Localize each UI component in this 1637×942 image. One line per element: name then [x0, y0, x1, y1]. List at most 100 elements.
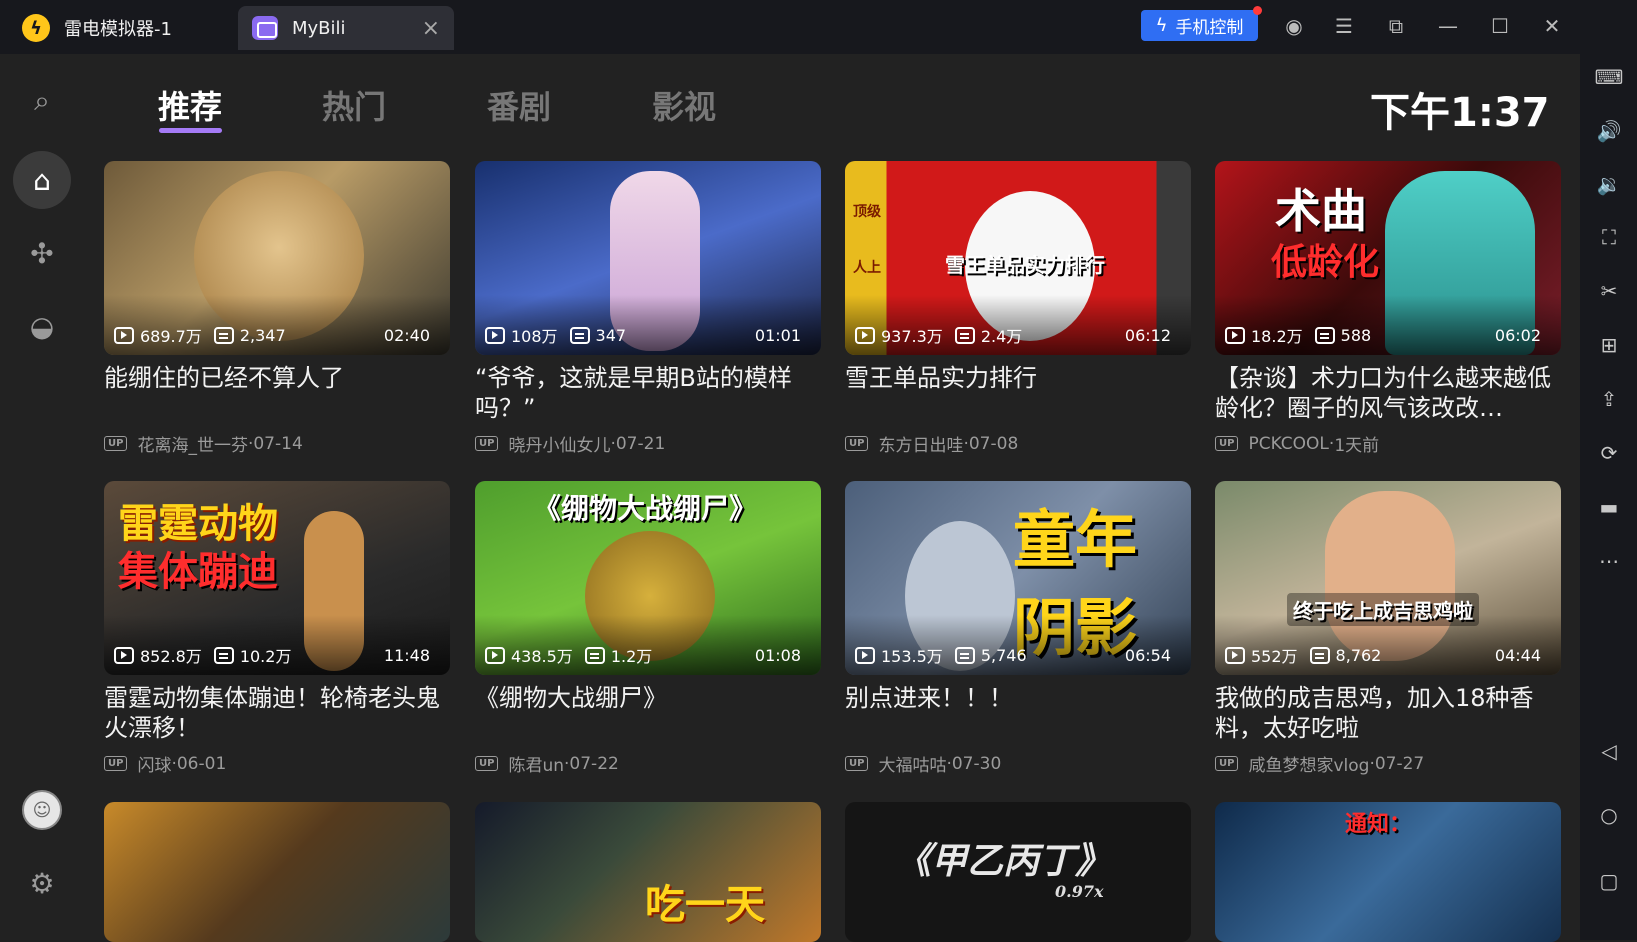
volume-up-icon[interactable]: 🔊 [1594, 116, 1624, 146]
duration: 01:08 [754, 645, 801, 665]
video-card[interactable]: 《甲乙丙丁》 0.97x [845, 802, 1191, 942]
video-thumbnail[interactable]: 雷霆动物 集体蹦迪 852.8万 10.2万 11:48 [104, 481, 450, 675]
tab-emulator[interactable]: ϟ 雷电模拟器-1 [0, 6, 235, 50]
multi-instance-icon[interactable]: ⊞ [1594, 330, 1624, 360]
play-count-icon [855, 646, 875, 664]
video-card[interactable]: 通知： [1215, 802, 1561, 942]
video-thumbnail[interactable]: 顶级 人上 雪王单品实力排行 937.3万 2.4万 06:12 [845, 161, 1191, 355]
video-card[interactable]: 童年 阴影 153.5万 5,746 06:54 别点进来！！！ UP 大福咕咕… [845, 481, 1191, 776]
video-card[interactable] [104, 802, 450, 942]
video-thumbnail[interactable]: 终于吃上成吉思鸡啦 552万 8,762 04:44 [1215, 481, 1561, 675]
video-thumbnail[interactable]: 689.7万 2,347 02:40 [104, 161, 450, 355]
video-title[interactable]: 雷霆动物集体蹦迪！轮椅老头鬼火漂移！ [104, 683, 450, 743]
up-badge-icon: UP [1215, 436, 1239, 451]
video-title[interactable]: 雪王单品实力排行 [845, 363, 1191, 423]
video-stats: 438.5万 1.2万 01:08 [485, 643, 801, 667]
volume-down-icon[interactable]: 🔉 [1594, 169, 1624, 199]
video-thumbnail[interactable]: 《甲乙丙丁》 0.97x [845, 802, 1191, 942]
video-uploader[interactable]: UP 东方日出哇 · 07-08 [845, 431, 1191, 456]
danmaku-count: 2,347 [239, 325, 286, 345]
duration: 01:01 [754, 325, 801, 345]
recent-apps-icon[interactable]: ▢ [1594, 866, 1624, 896]
video-uploader[interactable]: UP 咸鱼梦想家vlog · 07-27 [1215, 751, 1561, 776]
tab-mybili-label: MyBili [292, 17, 346, 39]
upload-date: 06-01 [176, 753, 227, 774]
video-card[interactable]: 雷霆动物 集体蹦迪 852.8万 10.2万 11:48 雷霆动物集体蹦迪！轮椅… [104, 481, 450, 776]
thumb-caption: 顶级 [853, 204, 881, 220]
account-icon[interactable]: ◉ [1280, 12, 1308, 40]
close-window-icon[interactable]: ✕ [1538, 12, 1566, 40]
video-thumbnail[interactable]: 通知： [1215, 802, 1561, 942]
tab-movies[interactable]: 影视 [652, 82, 716, 128]
danmaku-icon [954, 646, 975, 664]
video-stats: 552万 8,762 04:44 [1225, 643, 1541, 667]
danmaku-icon [569, 326, 590, 344]
video-title[interactable]: 能绷住的已经不算人了 [104, 363, 450, 423]
video-uploader[interactable]: UP 晓丹小仙女儿 · 07-21 [475, 431, 821, 456]
home-icon[interactable]: ⌂ [13, 151, 71, 209]
maximize-icon[interactable]: ☐ [1486, 12, 1514, 40]
uploader-name: 花离海_世一芬 [137, 436, 248, 456]
video-thumbnail[interactable]: 《绷物大战绷尸》 438.5万 1.2万 01:08 [475, 481, 821, 675]
view-count: 689.7万 [140, 327, 202, 346]
video-title[interactable]: “爷爷，这就是早期B站的模样吗？” [475, 363, 821, 423]
tab-mybili[interactable]: MyBili × [238, 6, 454, 50]
avatar[interactable]: ☺ [22, 790, 62, 830]
video-uploader[interactable]: UP 花离海_世一芬 · 07-14 [104, 431, 450, 456]
video-title[interactable]: 我做的成吉思鸡，加入18种香料，太好吃啦 [1215, 683, 1561, 743]
menu-icon[interactable]: ☰ [1330, 12, 1358, 40]
danmaku-count: 8,762 [1335, 645, 1382, 665]
lightning-icon: ϟ [1155, 15, 1168, 36]
video-thumbnail[interactable] [104, 802, 450, 942]
ldplayer-logo-icon: ϟ [22, 14, 50, 42]
pinwheel-icon[interactable]: ✣ [13, 224, 71, 282]
back-icon[interactable]: ◁ [1594, 736, 1624, 766]
fullscreen-icon[interactable]: ⛶ [1594, 222, 1624, 252]
search-icon[interactable]: ⌕ [13, 72, 71, 130]
close-tab-icon[interactable]: × [422, 16, 440, 41]
more-icon[interactable]: ⋯ [1594, 546, 1624, 576]
gear-icon[interactable]: ⚙ [13, 854, 71, 912]
phone-control-button[interactable]: ϟ 手机控制 [1141, 6, 1262, 41]
tab-recommend[interactable]: 推荐 [158, 82, 222, 128]
restore-layout-icon[interactable]: ⧉ [1382, 12, 1410, 40]
duration: 06:02 [1494, 325, 1541, 345]
minimize-icon[interactable]: — [1434, 12, 1462, 40]
video-uploader[interactable]: UP 大福咕咕 · 07-30 [845, 751, 1191, 776]
duration: 11:48 [383, 645, 430, 665]
view-count: 153.5万 [881, 647, 943, 666]
screenshot-icon[interactable]: ✂ [1594, 276, 1624, 306]
danmaku-icon [1309, 646, 1330, 664]
video-thumbnail[interactable]: 吃一天 [475, 802, 821, 942]
video-title[interactable]: 《绷物大战绷尸》 [475, 683, 821, 743]
uploader-name: 东方日出哇 [878, 436, 964, 456]
video-title[interactable]: 别点进来！！！ [845, 683, 1191, 743]
uploader-name: 晓丹小仙女儿 [508, 436, 611, 456]
tab-bangumi[interactable]: 番剧 [487, 82, 551, 128]
video-card[interactable]: 吃一天 [475, 802, 821, 942]
bangumi-icon[interactable]: ◒ [13, 297, 71, 355]
operation-record-icon[interactable]: ⟳ [1594, 438, 1624, 468]
video-thumbnail[interactable]: 术曲 低龄化 18.2万 588 06:02 [1215, 161, 1561, 355]
video-card[interactable]: 689.7万 2,347 02:40 能绷住的已经不算人了 UP 花离海_世一芬… [104, 161, 450, 456]
thumb-caption: 术曲 [1275, 184, 1367, 238]
video-card[interactable]: 《绷物大战绷尸》 438.5万 1.2万 01:08 《绷物大战绷尸》 UP 陈… [475, 481, 821, 776]
danmaku-count: 347 [595, 325, 627, 345]
keyboard-icon[interactable]: ⌨ [1594, 62, 1624, 92]
video-card[interactable]: 术曲 低龄化 18.2万 588 06:02 【杂谈】术力口为什么越来越低龄化？… [1215, 161, 1561, 456]
video-card[interactable]: 顶级 人上 雪王单品实力排行 937.3万 2.4万 06:12 雪王单品实力排… [845, 161, 1191, 456]
tab-hot[interactable]: 热门 [322, 82, 386, 128]
apk-install-icon[interactable]: ⇪ [1594, 384, 1624, 414]
video-uploader[interactable]: UP PCKCOOL · 1天前 [1215, 431, 1561, 456]
video-card[interactable]: 108万 347 01:01 “爷爷，这就是早期B站的模样吗？” UP 晓丹小仙… [475, 161, 821, 456]
upload-date: 07-30 [951, 753, 1002, 774]
video-thumbnail[interactable]: 108万 347 01:01 [475, 161, 821, 355]
video-uploader[interactable]: UP 闪球 · 06-01 [104, 751, 450, 776]
video-thumbnail[interactable]: 童年 阴影 153.5万 5,746 06:54 [845, 481, 1191, 675]
video-card[interactable]: 终于吃上成吉思鸡啦 552万 8,762 04:44 我做的成吉思鸡，加入18种… [1215, 481, 1561, 776]
folder-icon[interactable]: ▬ [1594, 492, 1624, 522]
video-uploader[interactable]: UP 陈君un · 07-22 [475, 751, 821, 776]
video-title[interactable]: 【杂谈】术力口为什么越来越低龄化？圈子的风气该改改… [1215, 363, 1561, 423]
home-button-icon[interactable]: ○ [1594, 800, 1624, 830]
uploader-name: 咸鱼梦想家vlog [1248, 756, 1370, 776]
